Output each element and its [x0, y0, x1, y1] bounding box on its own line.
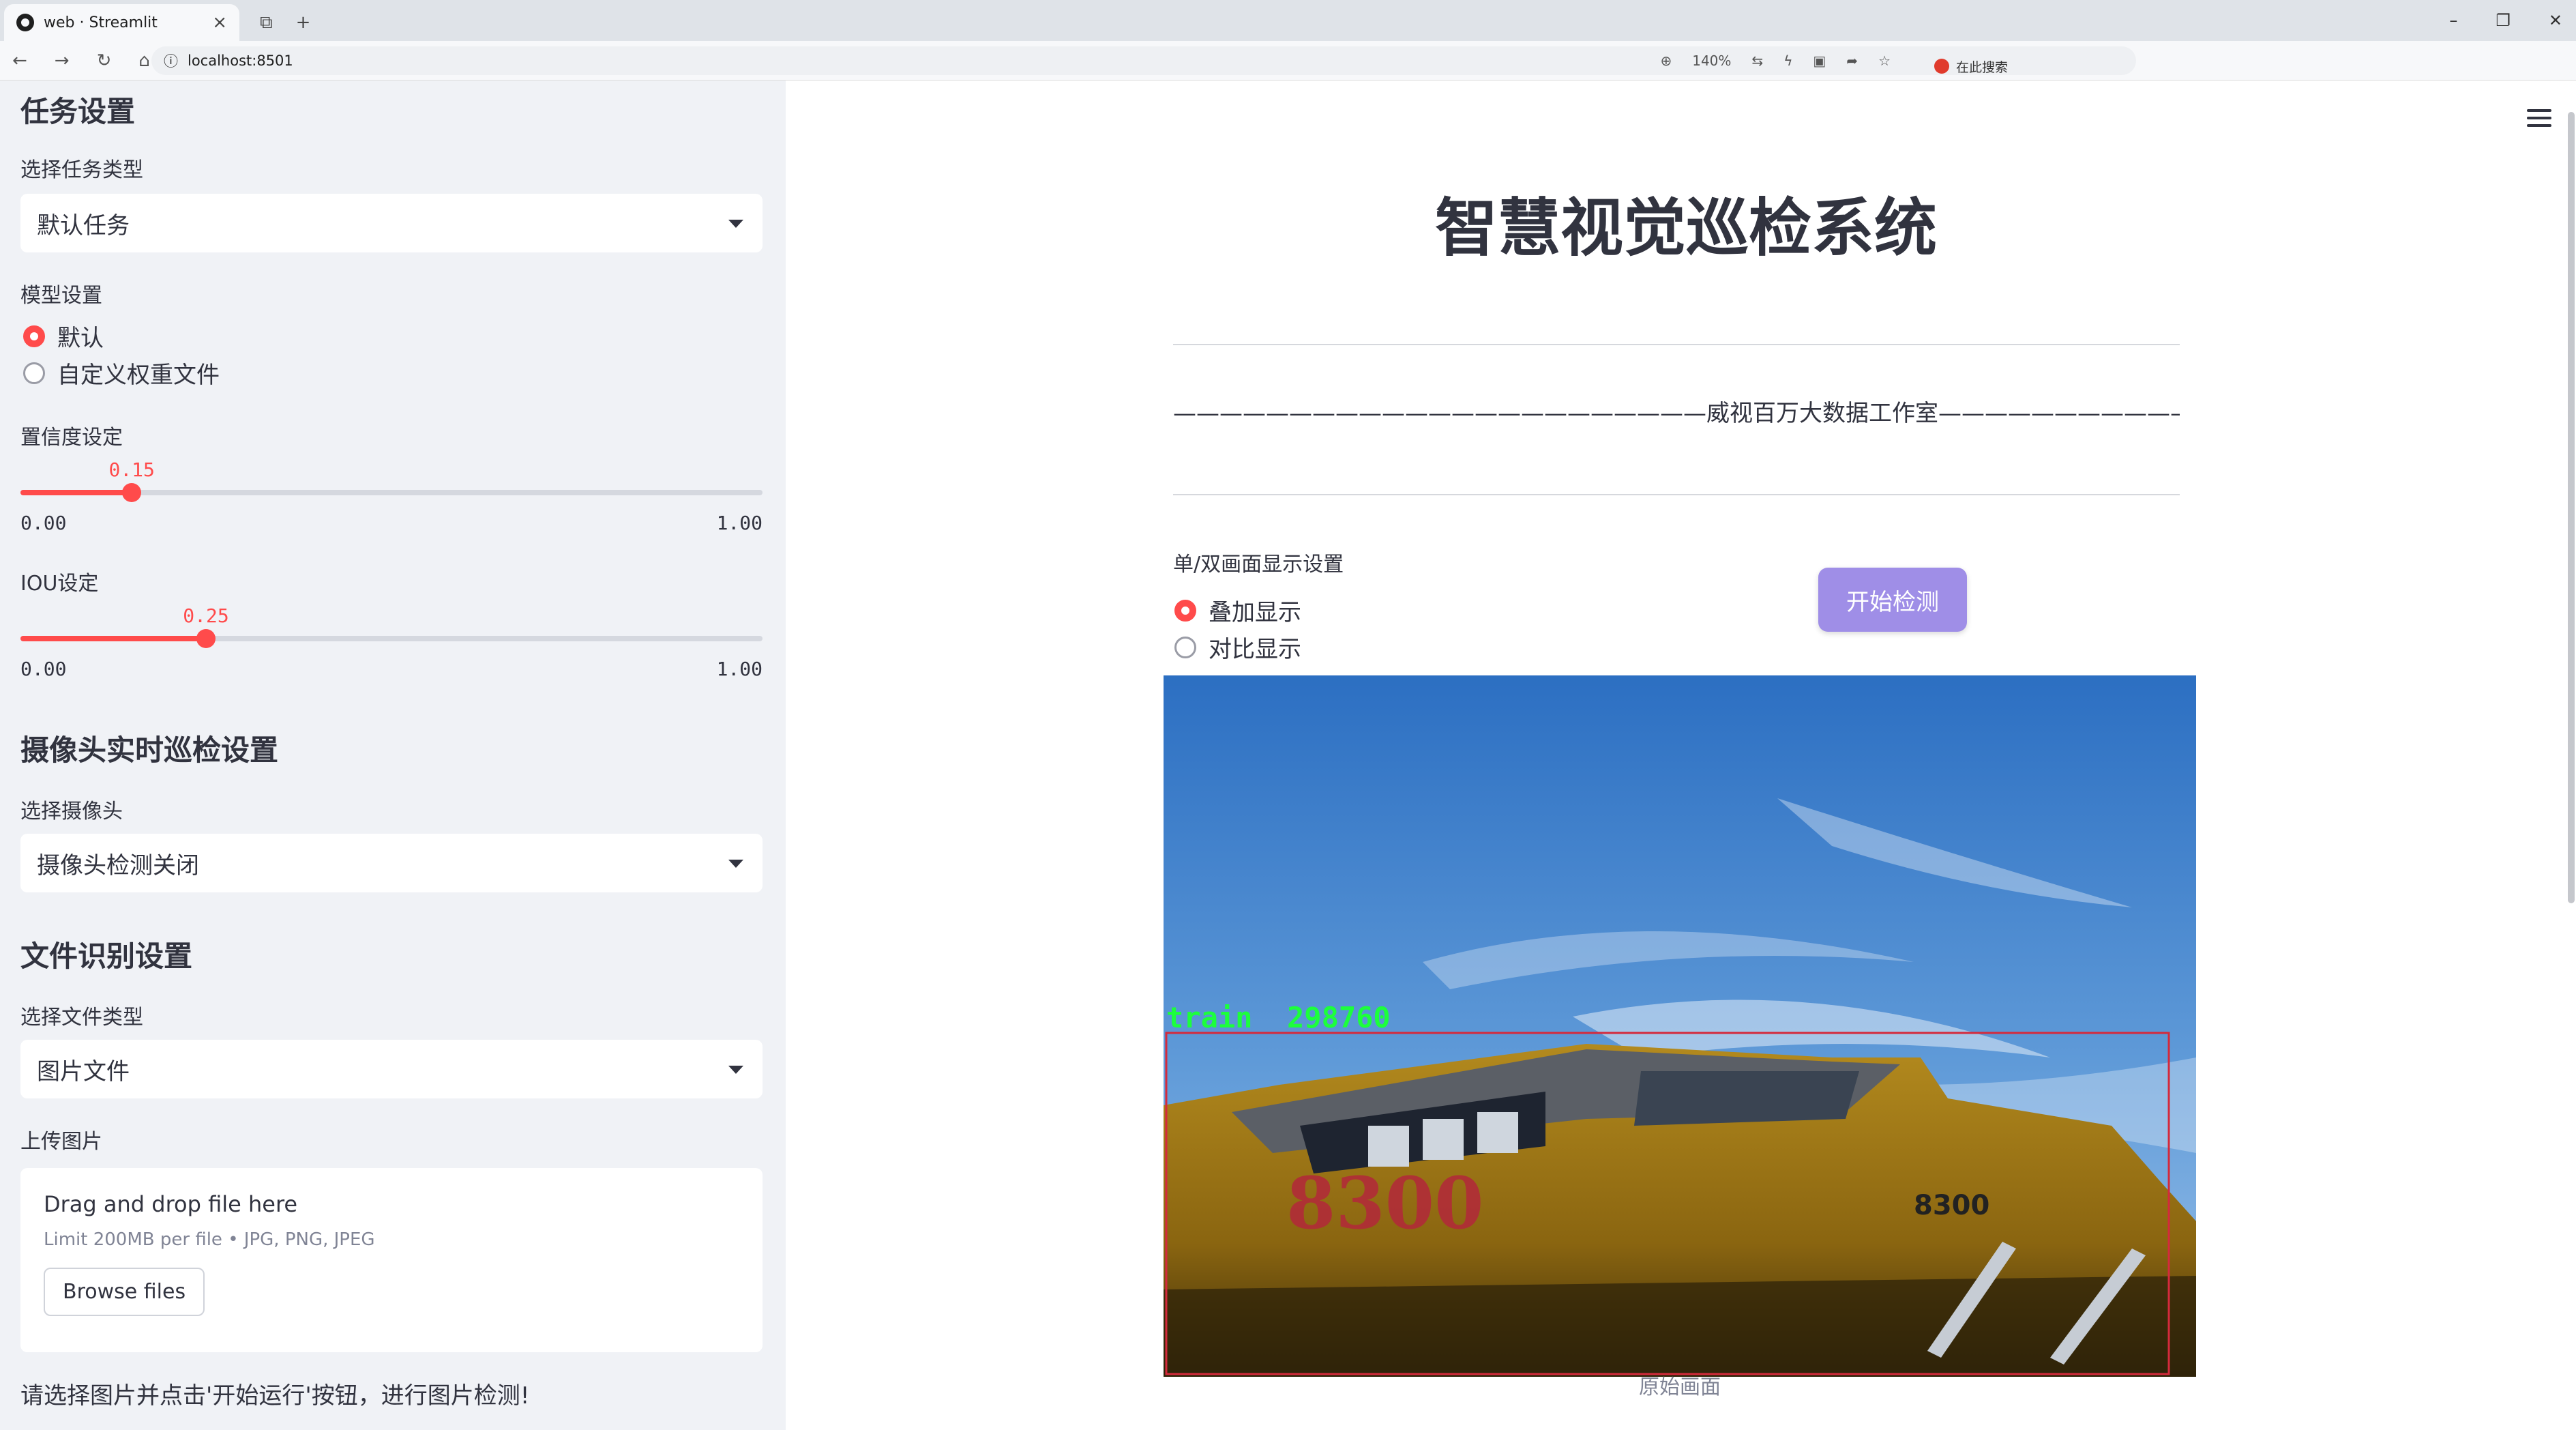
slider-min: 0.00 — [20, 658, 67, 680]
task-settings-heading: 任务设置 — [20, 95, 136, 128]
display-option-overlay[interactable]: 叠加显示 — [1174, 594, 1301, 627]
camera-value: 摄像头检测关闭 — [37, 851, 199, 879]
slider-max: 1.00 — [716, 512, 763, 534]
chevron-down-icon — [728, 220, 743, 228]
screenshot-icon[interactable]: ▣ — [1813, 53, 1826, 69]
camera-label: 选择摄像头 — [20, 800, 123, 823]
upload-label: 上传图片 — [20, 1130, 102, 1154]
task-type-value: 默认任务 — [37, 211, 130, 239]
start-detection-button[interactable]: 开始检测 — [1818, 568, 1967, 632]
confidence-label: 置信度设定 — [20, 426, 123, 450]
model-option-label: 默认 — [57, 325, 104, 352]
translate-icon[interactable]: ⇆ — [1751, 53, 1763, 69]
zoom-icon[interactable]: ⊕ — [1660, 53, 1672, 69]
tab-search-icon[interactable]: ⧉ — [260, 12, 273, 33]
radio-selected-icon[interactable] — [1174, 599, 1196, 622]
forward-icon[interactable]: → — [55, 50, 70, 71]
streamlit-favicon-icon — [16, 14, 34, 31]
model-option-default[interactable]: 默认 — [23, 319, 104, 353]
share-icon[interactable]: ➦ — [1846, 53, 1858, 69]
detection-result-image: 8300 8300 train 298760 — [1164, 675, 2196, 1377]
file-type-value: 图片文件 — [37, 1057, 130, 1085]
chevron-down-icon — [728, 860, 743, 868]
search-engine-icon — [1934, 59, 1949, 74]
search-chip[interactable]: 在此搜索 — [1925, 52, 2122, 81]
image-caption: 原始画面 — [1639, 1375, 1721, 1399]
search-placeholder: 在此搜索 — [1956, 59, 2009, 75]
iou-range: 0.00 1.00 — [20, 658, 763, 680]
divider — [1173, 344, 2180, 345]
upload-limit-hint: Limit 200MB per file • JPG, PNG, JPEG — [44, 1229, 375, 1250]
slider-fill — [20, 636, 206, 641]
minimize-icon[interactable]: – — [2449, 11, 2457, 30]
restore-icon[interactable]: ❐ — [2496, 11, 2511, 30]
window-controls: – ❐ ✕ — [2449, 0, 2562, 41]
detection-label: train 298760 — [1166, 1001, 1391, 1034]
studio-banner: ———————————————————————威视百万大数据工作室———————… — [1173, 400, 2180, 427]
radio-unselected-icon[interactable] — [1174, 636, 1196, 658]
display-option-label: 对比显示 — [1209, 636, 1301, 663]
close-window-icon[interactable]: ✕ — [2549, 11, 2562, 30]
task-type-label: 选择任务类型 — [20, 158, 143, 182]
file-uploader-dropzone[interactable]: Drag and drop file here Limit 200MB per … — [20, 1168, 763, 1352]
tab-title: web · Streamlit — [44, 14, 158, 31]
slider-fill — [20, 490, 132, 495]
zoom-level: 140% — [1692, 53, 1732, 69]
display-mode-label: 单/双画面显示设置 — [1173, 553, 1344, 577]
file-settings-heading: 文件识别设置 — [20, 939, 193, 973]
file-type-select[interactable]: 图片文件 — [20, 1040, 763, 1098]
url-field[interactable]: ⓘ localhost:8501 ⊕ 140% ⇆ ϟ ▣ ➦ ☆ 在此搜索 — [151, 46, 2136, 75]
confidence-value: 0.15 — [108, 458, 155, 481]
hamburger-menu-icon[interactable] — [2527, 109, 2551, 132]
iou-value: 0.25 — [183, 604, 229, 627]
iou-slider[interactable]: 0.25 — [20, 604, 763, 658]
iou-label: IOU设定 — [20, 572, 99, 596]
flash-icon[interactable]: ϟ — [1783, 53, 1792, 69]
model-settings-label: 模型设置 — [20, 284, 102, 308]
close-tab-icon[interactable]: × — [212, 12, 227, 33]
model-option-custom[interactable]: 自定义权重文件 — [23, 356, 220, 390]
display-option-label: 叠加显示 — [1209, 599, 1301, 626]
task-type-select[interactable]: 默认任务 — [20, 194, 763, 252]
display-option-compare[interactable]: 对比显示 — [1174, 630, 1301, 664]
address-bar: ← → ↻ ⌂ ⓘ localhost:8501 ⊕ 140% ⇆ ϟ ▣ ➦ … — [0, 41, 2576, 111]
file-type-label: 选择文件类型 — [20, 1006, 143, 1030]
browse-files-button[interactable]: Browse files — [44, 1268, 205, 1316]
slider-thumb[interactable] — [196, 629, 216, 648]
camera-select[interactable]: 摄像头检测关闭 — [20, 834, 763, 892]
sidebar: 任务设置 选择任务类型 默认任务 模型设置 默认 自定义权重文件 置信度设定 0… — [0, 81, 786, 1430]
bookmark-star-icon[interactable]: ☆ — [1878, 53, 1891, 69]
model-option-label: 自定义权重文件 — [57, 362, 220, 389]
radio-selected-icon[interactable] — [23, 325, 45, 347]
divider — [1173, 494, 2180, 495]
site-info-icon[interactable]: ⓘ — [164, 50, 178, 71]
slider-max: 1.00 — [716, 658, 763, 680]
upload-instruction: Drag and drop file here — [44, 1191, 298, 1217]
browser-tab[interactable]: web · Streamlit × — [4, 4, 239, 41]
main-content: 智慧视觉巡检系统 ———————————————————————威视百万大数据工… — [786, 81, 2576, 1430]
locomotive-number: 8300 — [1286, 1161, 1483, 1245]
slider-min: 0.00 — [20, 512, 67, 534]
new-tab-icon[interactable]: + — [296, 12, 311, 33]
camera-settings-heading: 摄像头实时巡检设置 — [20, 733, 279, 767]
back-icon[interactable]: ← — [12, 50, 27, 71]
sidebar-instruction-note: 请选择图片并点击'开始运行'按钮，进行图片检测! — [20, 1382, 530, 1410]
chevron-down-icon — [728, 1066, 743, 1074]
confidence-slider[interactable]: 0.15 — [20, 458, 763, 512]
url-text: localhost:8501 — [188, 53, 293, 69]
confidence-range: 0.00 1.00 — [20, 512, 763, 534]
home-icon[interactable]: ⌂ — [138, 50, 150, 71]
reload-icon[interactable]: ↻ — [97, 50, 112, 71]
slider-thumb[interactable] — [122, 483, 142, 502]
page-title: 智慧视觉巡检系统 — [1434, 192, 1937, 265]
browser-tab-bar: web · Streamlit × ⧉ + — [0, 0, 2576, 41]
cab-number-plate: 8300 — [1914, 1190, 1989, 1221]
radio-unselected-icon[interactable] — [23, 362, 45, 384]
